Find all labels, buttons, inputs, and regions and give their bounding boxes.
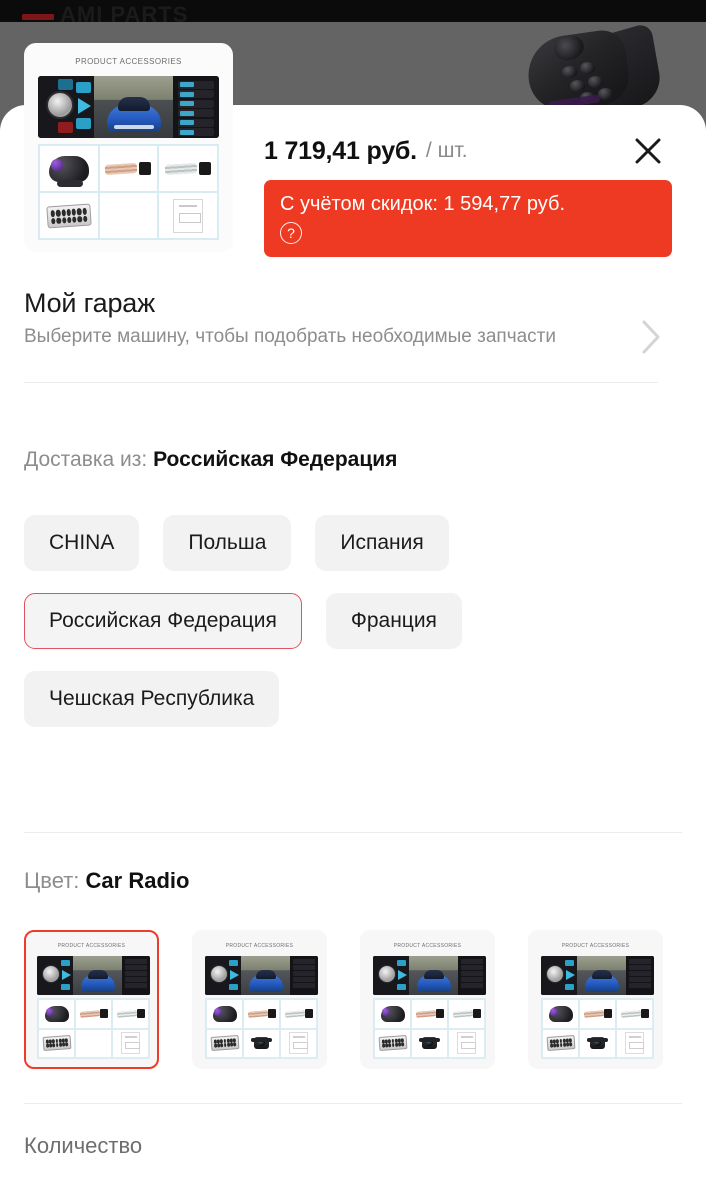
site-logo: AMI PARTS — [60, 2, 189, 22]
price-row: 1 719,41 руб. / шт. — [264, 129, 682, 173]
delivery-from-label: Доставка из: — [24, 448, 148, 471]
variant-caption: PRODUCT ACCESSORIES — [225, 943, 294, 949]
variant-radio-illustration — [373, 956, 486, 995]
garage-divider — [24, 382, 658, 383]
accessory-wire-harness-gray — [112, 999, 149, 1029]
color-line: Цвет: Car Radio — [24, 868, 189, 894]
variant-thumbnail-4[interactable]: PRODUCT ACCESSORIES — [528, 930, 663, 1069]
price-amount: 1 719,41 руб. — [264, 136, 417, 165]
product-image-caption: PRODUCT ACCESSORIES — [75, 57, 182, 66]
chip-spain[interactable]: Испания — [315, 515, 449, 571]
delivery-country-chips: CHINA Польша Испания Российская Федераци… — [24, 515, 684, 727]
close-button[interactable] — [628, 131, 668, 171]
quantity-label: Количество — [24, 1133, 143, 1158]
accessory-camera — [243, 1028, 280, 1058]
accessory-wire-harness — [411, 999, 448, 1029]
color-divider — [24, 832, 682, 833]
price-unit: / шт. — [425, 139, 468, 162]
accessory-manual — [280, 1028, 317, 1058]
accessory-wire-harness-gray — [448, 999, 485, 1029]
screen: AMI PARTS PRODUCT ACCESSORIES 1 719,41 р… — [0, 0, 706, 1184]
accessory-manual — [158, 192, 218, 239]
color-variants: PRODUCT ACCESSORIES PRODUCT ACCESSORIES — [24, 930, 663, 1069]
background-product-photo — [522, 22, 672, 116]
variant-thumbnail-3[interactable]: PRODUCT ACCESSORIES — [360, 930, 495, 1069]
variant-caption: PRODUCT ACCESSORIES — [561, 943, 630, 949]
accessory-remote — [542, 999, 579, 1029]
my-garage-subtitle: Выберите машину, чтобы подобрать необход… — [24, 326, 556, 347]
variant-radio-illustration — [541, 956, 654, 995]
delivery-from-value: Российская Федерация — [153, 448, 398, 471]
delivery-from-line: Доставка из: Российская Федерация — [24, 448, 397, 472]
variant-accessories-grid — [373, 998, 486, 1059]
accessory-connector — [374, 1028, 411, 1058]
product-image-card[interactable]: PRODUCT ACCESSORIES — [24, 43, 233, 252]
accessory-connector — [38, 1028, 75, 1058]
accessory-empty — [75, 1028, 112, 1058]
chevron-right-icon[interactable] — [638, 316, 664, 358]
accessory-wire-harness-gray — [616, 999, 653, 1029]
chip-poland[interactable]: Польша — [163, 515, 292, 571]
chip-czech-republic[interactable]: Чешская Республика — [24, 671, 280, 727]
accessory-wire-harness — [98, 145, 159, 192]
variant-thumbnail-1[interactable]: PRODUCT ACCESSORIES — [24, 930, 159, 1069]
accessory-connector — [542, 1028, 579, 1058]
accessory-manual — [616, 1028, 653, 1058]
chip-china[interactable]: CHINA — [24, 515, 140, 571]
variant-thumbnail-2[interactable]: PRODUCT ACCESSORIES — [192, 930, 327, 1069]
quantity-divider — [24, 1103, 682, 1104]
car-radio-illustration — [38, 76, 219, 138]
accessory-manual — [448, 1028, 485, 1058]
variant-caption: PRODUCT ACCESSORIES — [57, 943, 126, 949]
accessory-remote — [39, 145, 99, 192]
color-label: Цвет: — [24, 868, 80, 893]
discount-badge[interactable]: С учётом скидок: 1 594,77 руб. ? — [264, 180, 672, 257]
variant-radio-illustration — [37, 956, 150, 995]
variant-accessories-grid — [37, 998, 150, 1059]
accessory-camera — [579, 1028, 616, 1058]
variant-radio-illustration — [205, 956, 318, 995]
logo-mark-icon — [22, 14, 54, 20]
chip-russian-federation[interactable]: Российская Федерация — [24, 593, 302, 649]
accessory-wire-harness — [75, 999, 112, 1029]
accessory-wire-harness-gray — [158, 145, 218, 192]
accessory-connector — [206, 1028, 243, 1058]
my-garage-title: Мой гараж — [24, 288, 155, 318]
accessory-connector — [39, 192, 99, 239]
accessory-empty — [98, 192, 159, 239]
close-icon — [635, 138, 661, 164]
accessory-remote — [206, 999, 243, 1029]
help-icon[interactable]: ? — [280, 222, 302, 244]
variant-caption: PRODUCT ACCESSORIES — [393, 943, 462, 949]
variant-accessories-grid — [205, 998, 318, 1059]
variant-accessories-grid — [541, 998, 654, 1059]
site-header-background: AMI PARTS — [0, 0, 706, 22]
color-value: Car Radio — [85, 868, 190, 893]
accessory-wire-harness — [579, 999, 616, 1029]
my-garage-block[interactable]: Мой гараж Выберите машину, чтобы подобра… — [24, 288, 682, 354]
accessory-remote — [374, 999, 411, 1029]
accessory-camera — [411, 1028, 448, 1058]
accessories-grid — [38, 144, 219, 240]
accessory-remote — [38, 999, 75, 1029]
chip-france[interactable]: Франция — [325, 593, 462, 649]
accessory-manual — [112, 1028, 149, 1058]
accessory-wire-harness-gray — [280, 999, 317, 1029]
discount-text: С учётом скидок: 1 594,77 руб. — [280, 193, 566, 215]
accessory-wire-harness — [243, 999, 280, 1029]
